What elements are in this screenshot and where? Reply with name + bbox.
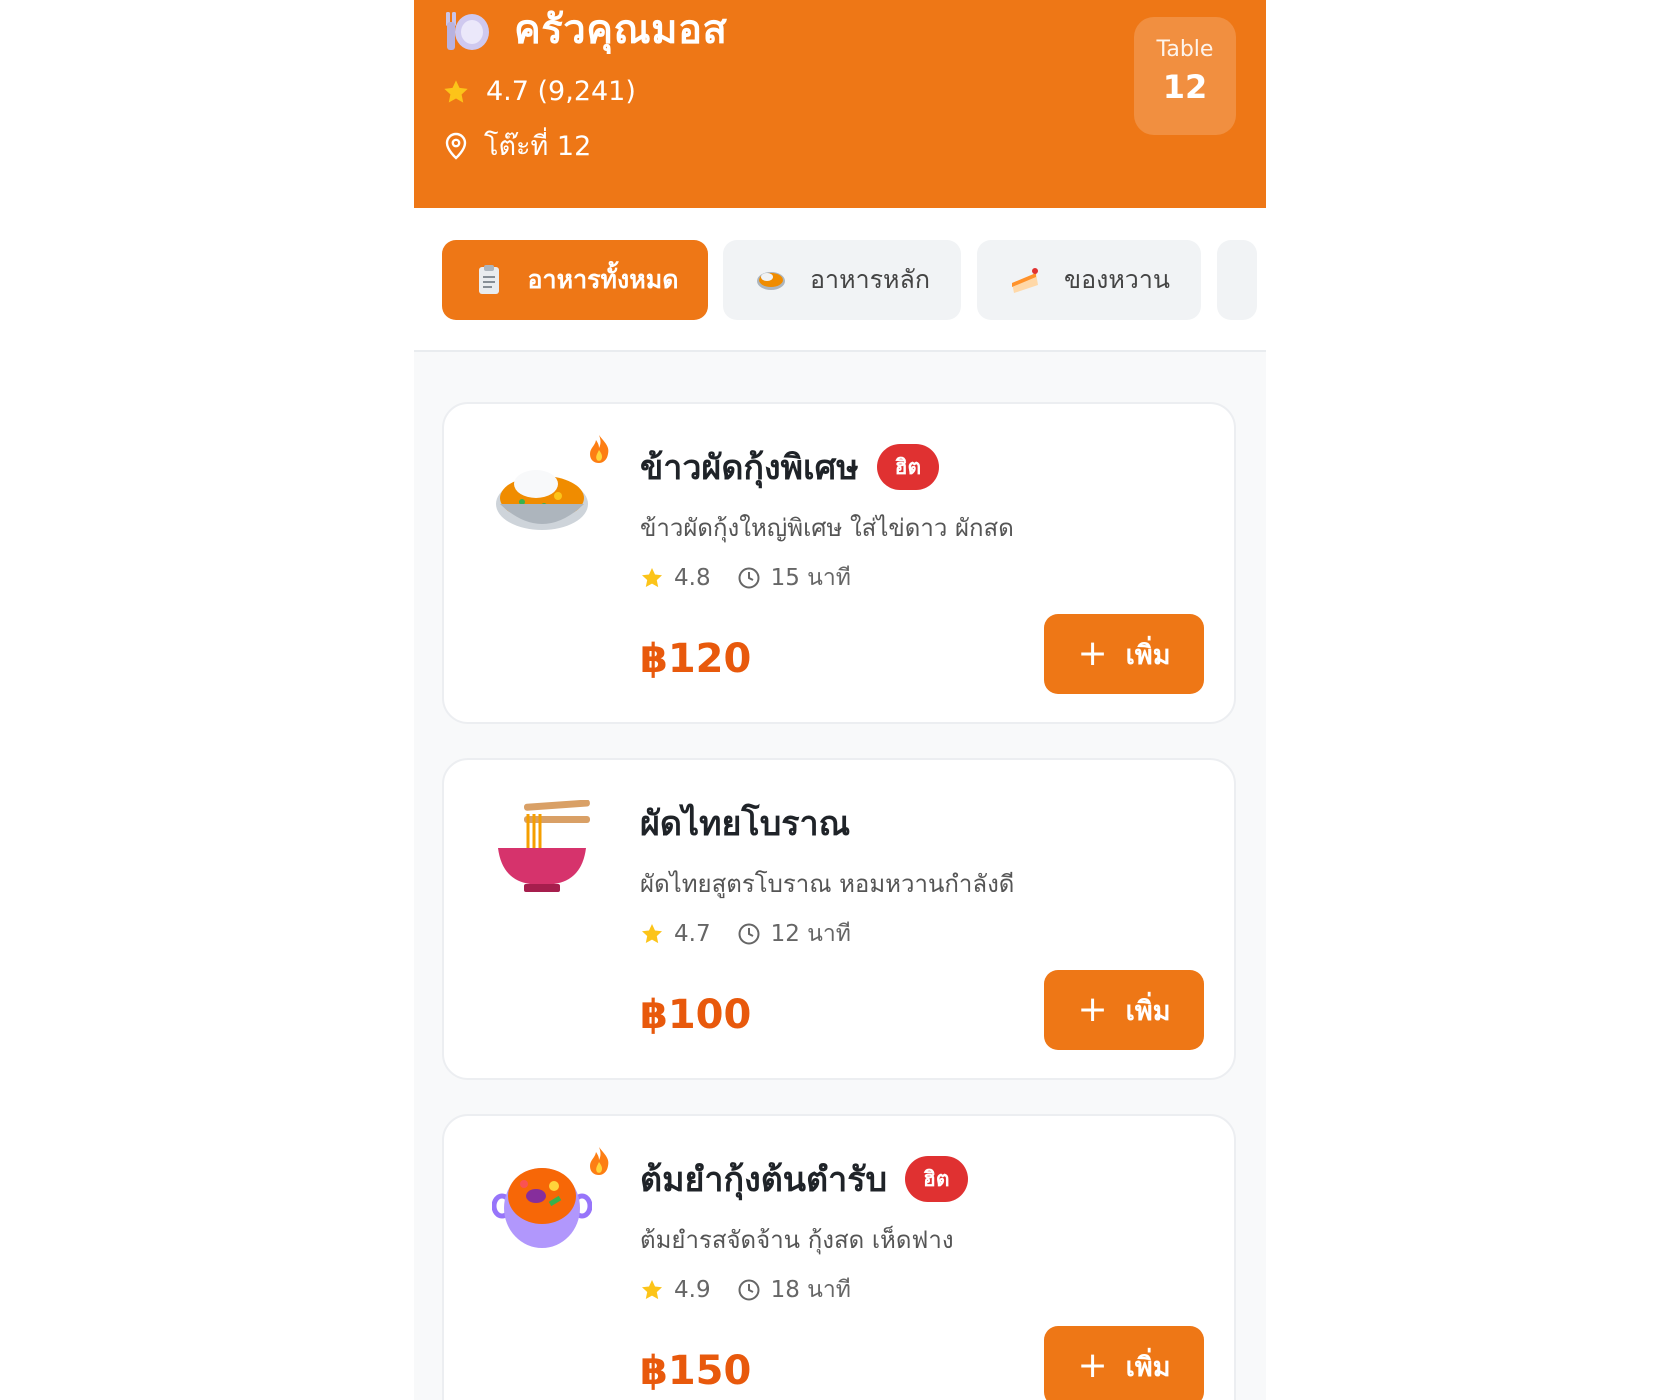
noodle-bowl-icon: [498, 800, 590, 892]
plus-icon: +: [1077, 989, 1108, 1030]
brand: ครัวคุณมอส: [444, 6, 727, 54]
dish-price: ฿120: [640, 636, 752, 682]
add-to-cart-button[interactable]: + เพิ่ม: [1044, 614, 1204, 694]
add-to-cart-button[interactable]: + เพิ่ม: [1044, 1326, 1204, 1400]
dish-meta: 4.9 18 นาที: [640, 1272, 851, 1308]
dish-rating: 4.7: [674, 921, 711, 947]
rice-bowl-icon: [757, 272, 786, 290]
dish-title-row: ผัดไทยโบราณ: [640, 796, 850, 850]
hot-badge: ฮิต: [876, 444, 940, 490]
star-icon: [642, 1280, 662, 1300]
dish-rating: 4.9: [674, 1277, 711, 1303]
tab-label: ของหวาน: [1064, 265, 1170, 294]
clock-icon: [738, 567, 760, 589]
dish-title-row: ต้มยำกุ้งต้นตำรับ ฮิต: [640, 1152, 968, 1206]
add-label: เพิ่ม: [1125, 639, 1171, 671]
restaurant-rating: 4.7 (9,241): [442, 76, 636, 107]
dish-name: ข้าวผัดกุ้งพิเศษ: [640, 448, 859, 488]
dish-title-row: ข้าวผัดกุ้งพิเศษ ฮิต: [640, 440, 940, 494]
dish-description: ต้มยำรสจัดจ้าน กุ้งสด เห็ดฟาง: [640, 1226, 954, 1254]
menu-item-card[interactable]: ต้มยำกุ้งต้นตำรับ ฮิต ต้มยำรสจัดจ้าน กุ้…: [442, 1114, 1236, 1400]
location-pin-icon: [445, 132, 467, 160]
tab-label: อาหารทั้งหมด: [527, 265, 679, 294]
fire-icon: [590, 1147, 609, 1175]
location-text: โต๊ะที่ 12: [484, 131, 592, 162]
restaurant-location: โต๊ะที่ 12: [444, 124, 591, 167]
add-to-cart-button[interactable]: + เพิ่ม: [1044, 970, 1204, 1050]
dish-price: ฿150: [640, 1348, 752, 1394]
dish-description: ข้าวผัดกุ้งใหญ่พิเศษ ใส่ไข่ดาว ผักสด: [640, 514, 1014, 542]
menu-item-card[interactable]: ผัดไทยโบราณ ผัดไทยสูตรโบราณ หอมหวานกำลัง…: [442, 758, 1236, 1080]
dish-name: ผัดไทยโบราณ: [640, 804, 851, 844]
star-icon: [642, 924, 662, 944]
rating-text: 4.7 (9,241): [486, 76, 636, 107]
menu-app: ครัวคุณมอส 4.7 (9,241) โต๊ะที่ 12 Table …: [414, 0, 1266, 1400]
plus-icon: +: [1077, 633, 1108, 674]
dish-name: ต้มยำกุ้งต้นตำรับ: [640, 1160, 888, 1200]
cake-icon: [1012, 268, 1039, 293]
soup-pot-icon: [492, 1168, 592, 1248]
plate-cutlery-icon: [444, 8, 492, 52]
dish-meta: 4.7 12 นาที: [640, 916, 851, 952]
table-number: 12: [1162, 68, 1208, 106]
tab-all-food[interactable]: อาหารทั้งหมด: [442, 240, 708, 320]
fried-rice-icon: [496, 470, 588, 530]
restaurant-name: ครัวคุณมอส: [514, 7, 728, 53]
add-label: เพิ่ม: [1125, 995, 1171, 1027]
dish-meta: 4.8 15 นาที: [640, 560, 851, 596]
clock-icon: [738, 923, 760, 945]
clipboard-icon: [478, 265, 499, 294]
tab-main-dishes[interactable]: อาหารหลัก: [723, 240, 961, 320]
table-label: Table: [1156, 37, 1214, 62]
dish-price: ฿100: [640, 992, 752, 1038]
table-badge: Table 12: [1134, 17, 1236, 135]
star-icon: [642, 568, 662, 588]
dish-time: 15 นาที: [770, 565, 851, 591]
fire-icon: [590, 435, 609, 463]
tab-more[interactable]: [1217, 240, 1257, 320]
plus-icon: +: [1077, 1345, 1108, 1386]
tab-label: อาหารหลัก: [810, 265, 930, 294]
tab-desserts[interactable]: ของหวาน: [977, 240, 1201, 320]
menu-item-card[interactable]: ข้าวผัดกุ้งพิเศษ ฮิต ข้าวผัดกุ้งใหญ่พิเศ…: [442, 402, 1236, 724]
clock-icon: [738, 1279, 760, 1301]
add-label: เพิ่ม: [1125, 1351, 1171, 1383]
dish-time: 18 นาที: [770, 1277, 851, 1303]
dish-description: ผัดไทยสูตรโบราณ หอมหวานกำลังดี: [640, 870, 1015, 898]
category-tabs: อาหารทั้งหมด อาหารหลัก ของหวาน: [414, 208, 1266, 352]
star-icon: [444, 79, 468, 103]
dish-time: 12 นาที: [770, 921, 851, 947]
dish-rating: 4.8: [674, 565, 711, 591]
restaurant-header: ครัวคุณมอส 4.7 (9,241) โต๊ะที่ 12 Table …: [414, 0, 1266, 208]
hot-badge: ฮิต: [905, 1156, 968, 1202]
